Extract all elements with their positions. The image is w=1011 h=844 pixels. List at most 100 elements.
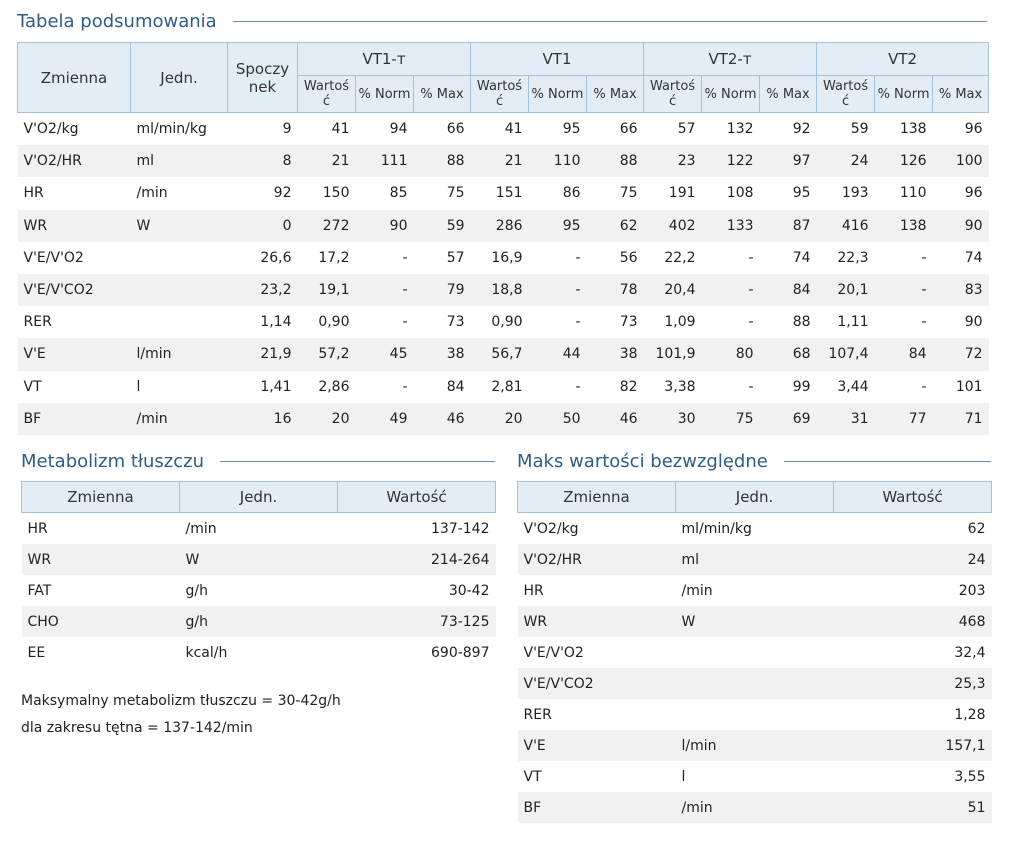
cell-unit bbox=[130, 273, 228, 307]
cell-value: 49 bbox=[355, 402, 414, 435]
header-group-vt1t: VT1-т bbox=[296, 42, 472, 76]
cell-variable: V'E bbox=[517, 730, 676, 761]
cell-value: 92 bbox=[792, 121, 811, 138]
cell-value: - bbox=[874, 273, 933, 307]
cell-value: - bbox=[748, 249, 754, 266]
cell-value: 214-264 bbox=[337, 544, 496, 575]
cell-rest: 1,14 bbox=[260, 314, 292, 331]
cell-value: 71 bbox=[932, 402, 989, 435]
cell-value: 66 bbox=[446, 121, 465, 138]
cell-value: 25,3 bbox=[833, 668, 992, 699]
cell-variable: CHO bbox=[21, 606, 180, 637]
cell-variable: V'O2/kg bbox=[23, 121, 79, 138]
cell-rest: 23,2 bbox=[227, 273, 298, 307]
cell-value: 101,9 bbox=[643, 338, 702, 371]
cell-variable: V'O2/kg bbox=[523, 520, 579, 537]
cell-variable: BF bbox=[517, 792, 676, 823]
cell-value: 57,2 bbox=[297, 338, 356, 371]
cell-value: 272 bbox=[297, 209, 356, 242]
subheader-value: Wartoś ć bbox=[297, 75, 356, 113]
cell-unit: ml bbox=[675, 544, 834, 575]
cell-variable: V'E/V'CO2 bbox=[17, 273, 131, 307]
table-row: VT l 1,41 2,86 - 84 2,81 - 82 3,38 - 99 3,44 - 101 bbox=[18, 371, 989, 403]
cell-rest: 8 bbox=[227, 145, 298, 178]
header-rest-line1: Spoczy bbox=[235, 59, 290, 78]
table-row: V'E/V'CO2 25,3 bbox=[517, 668, 992, 699]
cell-unit: g/h bbox=[185, 582, 208, 599]
cell-unit: /min bbox=[681, 582, 713, 599]
subheader-max: % Max bbox=[932, 75, 990, 113]
cell-unit: ml/min/kg bbox=[681, 520, 752, 537]
cell-value: 56 bbox=[619, 249, 638, 266]
cell-variable: V'E/V'O2 bbox=[523, 644, 584, 661]
cell-value: 468 bbox=[833, 606, 992, 637]
cell-value: 108 bbox=[726, 185, 754, 202]
cell-value: 111 bbox=[355, 145, 414, 178]
subheader-value-line1: Wartoś bbox=[822, 79, 869, 94]
subheader-value: Wartoś ć bbox=[470, 75, 530, 113]
subheader-norm: % Norm bbox=[701, 75, 761, 113]
cell-value: - bbox=[575, 249, 581, 266]
cell-unit bbox=[131, 242, 228, 274]
cell-value: 1,28 bbox=[954, 706, 986, 723]
subheader-value: Wartoś ć bbox=[816, 75, 876, 113]
title-divider bbox=[783, 461, 991, 462]
cell-variable: V'E/V'O2 bbox=[23, 249, 84, 266]
fat-header-variable: Zmienna bbox=[21, 481, 180, 513]
cell-value: 86 bbox=[562, 185, 581, 202]
subheader-value-line2: ć bbox=[322, 94, 331, 109]
cell-unit: l/min bbox=[675, 730, 834, 761]
table-row: RER 1,28 bbox=[518, 699, 992, 730]
table-row: RER 1,14 0,90 - 73 0,90 - 73 1,09 - 88 1,11 - 90 bbox=[18, 306, 989, 338]
fat-section-title: Metabolizm tłuszczu bbox=[21, 451, 495, 472]
cell-value: 20 bbox=[297, 402, 356, 435]
cell-rest: 21,9 bbox=[227, 338, 298, 371]
cell-unit: ml/min/kg bbox=[136, 121, 207, 138]
subheader-norm: % Norm bbox=[528, 75, 588, 113]
cell-value: 1,09 bbox=[664, 314, 696, 331]
cell-unit: /min bbox=[130, 402, 228, 435]
cell-value: 38 bbox=[586, 338, 644, 371]
header-unit: Jedn. bbox=[130, 42, 228, 113]
table-row: WR W 468 bbox=[517, 606, 992, 637]
cell-variable: EE bbox=[27, 644, 46, 661]
cell-unit: l/min bbox=[130, 338, 228, 371]
header-group-vt2t: VT2-т bbox=[643, 42, 818, 76]
cell-value: 402 bbox=[643, 209, 702, 242]
cell-value: 20,4 bbox=[643, 273, 702, 307]
title-divider bbox=[220, 461, 495, 462]
subheader-norm: % Norm bbox=[874, 75, 934, 113]
cell-value: 16,9 bbox=[491, 249, 523, 266]
cell-value: 51 bbox=[833, 792, 992, 823]
subheader-max: % Max bbox=[586, 75, 645, 113]
cell-value: 57 bbox=[677, 121, 696, 138]
table-row: FAT g/h 30-42 bbox=[22, 575, 496, 606]
cell-value: 46 bbox=[413, 402, 471, 435]
cell-value: 3,44 bbox=[837, 378, 869, 395]
cell-value: 17,2 bbox=[318, 249, 350, 266]
cell-unit: W bbox=[179, 544, 338, 575]
cell-value: 96 bbox=[964, 185, 983, 202]
cell-value: 45 bbox=[355, 338, 414, 371]
fat-table: Zmienna Jedn. Wartość HR/min 137-142 WR W 21… bbox=[21, 481, 496, 668]
cell-variable: HR bbox=[523, 582, 544, 599]
cell-value: 191 bbox=[668, 185, 696, 202]
cell-value: 110 bbox=[899, 185, 927, 202]
table-row: WR W 214-264 bbox=[21, 544, 496, 575]
cell-value: 122 bbox=[701, 145, 760, 178]
cell-value: 99 bbox=[792, 378, 811, 395]
fat-note: Maksymalny metabolizm tłuszczu = 30-42g/… bbox=[21, 688, 341, 742]
cell-rest: 1,41 bbox=[260, 378, 292, 395]
cell-value: 62 bbox=[967, 520, 986, 537]
cell-value: 95 bbox=[792, 185, 811, 202]
cell-value: 90 bbox=[964, 314, 983, 331]
cell-value: 193 bbox=[841, 185, 869, 202]
table-row: V'E/V'O2 32,4 bbox=[518, 637, 992, 668]
cell-unit: W bbox=[130, 209, 228, 242]
table-row: BF/min 51 bbox=[517, 792, 992, 823]
cell-value: 73 bbox=[446, 314, 465, 331]
cell-unit: l bbox=[136, 378, 141, 395]
cell-unit bbox=[676, 637, 834, 668]
fat-note-line1: Maksymalny metabolizm tłuszczu = 30-42g/… bbox=[21, 693, 341, 709]
subheader-value: Wartoś ć bbox=[643, 75, 703, 113]
